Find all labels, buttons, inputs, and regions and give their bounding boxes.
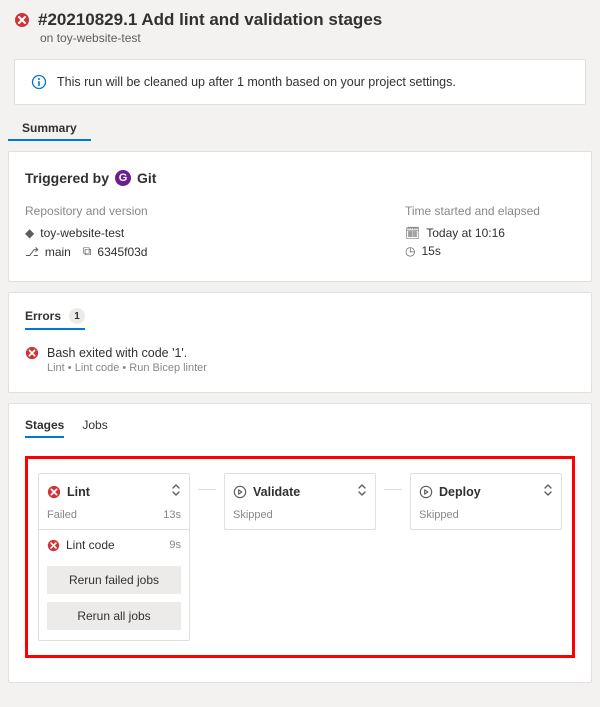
error-item[interactable]: Bash exited with code '1'. Lint • Lint c… [25,346,575,374]
run-subtitle: on toy-website-test [40,31,586,45]
job-row[interactable]: Lint code 9s [39,530,189,560]
git-avatar-icon: G [115,170,131,186]
calendar-icon: 🗓 [405,226,420,240]
stage-validate[interactable]: Validate Skipped [224,473,376,530]
retention-notice: This run will be cleaned up after 1 mont… [14,59,586,105]
skipped-icon [233,485,247,499]
error-message: Bash exited with code '1'. [47,346,207,360]
stage-name: Validate [253,485,300,499]
clock-icon: ◷ [405,244,415,258]
stage-lint[interactable]: Lint Failed 13s Lint code 9s Rerun faile… [38,473,190,641]
stage-name: Lint [67,485,90,499]
run-title: #20210829.1 Add lint and validation stag… [38,10,382,30]
fail-icon [47,539,60,552]
stage-status: Failed [47,509,77,521]
errors-count-badge: 1 [69,308,85,324]
fail-icon [25,346,39,360]
job-duration: 9s [169,539,181,551]
summary-heading: Summary [8,115,91,141]
stage-status: Skipped [419,509,459,521]
notice-text: This run will be cleaned up after 1 mont… [57,75,456,89]
errors-header[interactable]: Errors 1 [25,308,85,330]
time-col-title: Time started and elapsed [405,204,575,218]
trigger-source[interactable]: Git [137,170,156,186]
expand-collapse-icon[interactable] [357,482,367,501]
stages-tabs: Stages Jobs [25,418,575,438]
stage-status: Skipped [233,509,273,521]
stage-deploy[interactable]: Deploy Skipped [410,473,562,530]
elapsed-time: 15s [421,244,440,258]
commit-hash[interactable]: 6345f03d [97,245,147,259]
expand-collapse-icon[interactable] [171,482,181,501]
start-time: Today at 10:16 [426,226,505,240]
run-header: #20210829.1 Add lint and validation stag… [0,0,600,49]
commit-icon: ⧉ [83,244,92,259]
repo-col-title: Repository and version [25,204,385,218]
skipped-icon [419,485,433,499]
repo-link[interactable]: toy-website-test [57,31,141,45]
fail-icon [47,485,61,499]
summary-card: Triggered by G Git Repository and versio… [8,151,592,282]
info-icon [31,74,47,90]
triggered-by: Triggered by G Git [25,170,575,186]
stages-card: Stages Jobs Lint Failed 13s Lint code [8,403,592,683]
job-name: Lint code [66,538,115,552]
stage-duration: 13s [163,509,181,521]
stage-connector [198,489,216,490]
tab-stages[interactable]: Stages [25,418,64,438]
tab-jobs[interactable]: Jobs [82,418,107,438]
stage-name: Deploy [439,485,481,499]
branch-name[interactable]: main [45,245,71,259]
repo-icon: ◆ [25,226,34,240]
rerun-failed-button[interactable]: Rerun failed jobs [47,566,181,594]
error-path: Lint • Lint code • Run Bicep linter [47,362,207,374]
rerun-all-button[interactable]: Rerun all jobs [47,602,181,630]
branch-icon: ⎇ [25,245,39,259]
fail-icon [14,12,30,28]
stage-connector [384,489,402,490]
errors-card: Errors 1 Bash exited with code '1'. Lint… [8,292,592,393]
expand-collapse-icon[interactable] [543,482,553,501]
repo-name[interactable]: toy-website-test [40,226,124,240]
stages-highlight: Lint Failed 13s Lint code 9s Rerun faile… [25,456,575,658]
